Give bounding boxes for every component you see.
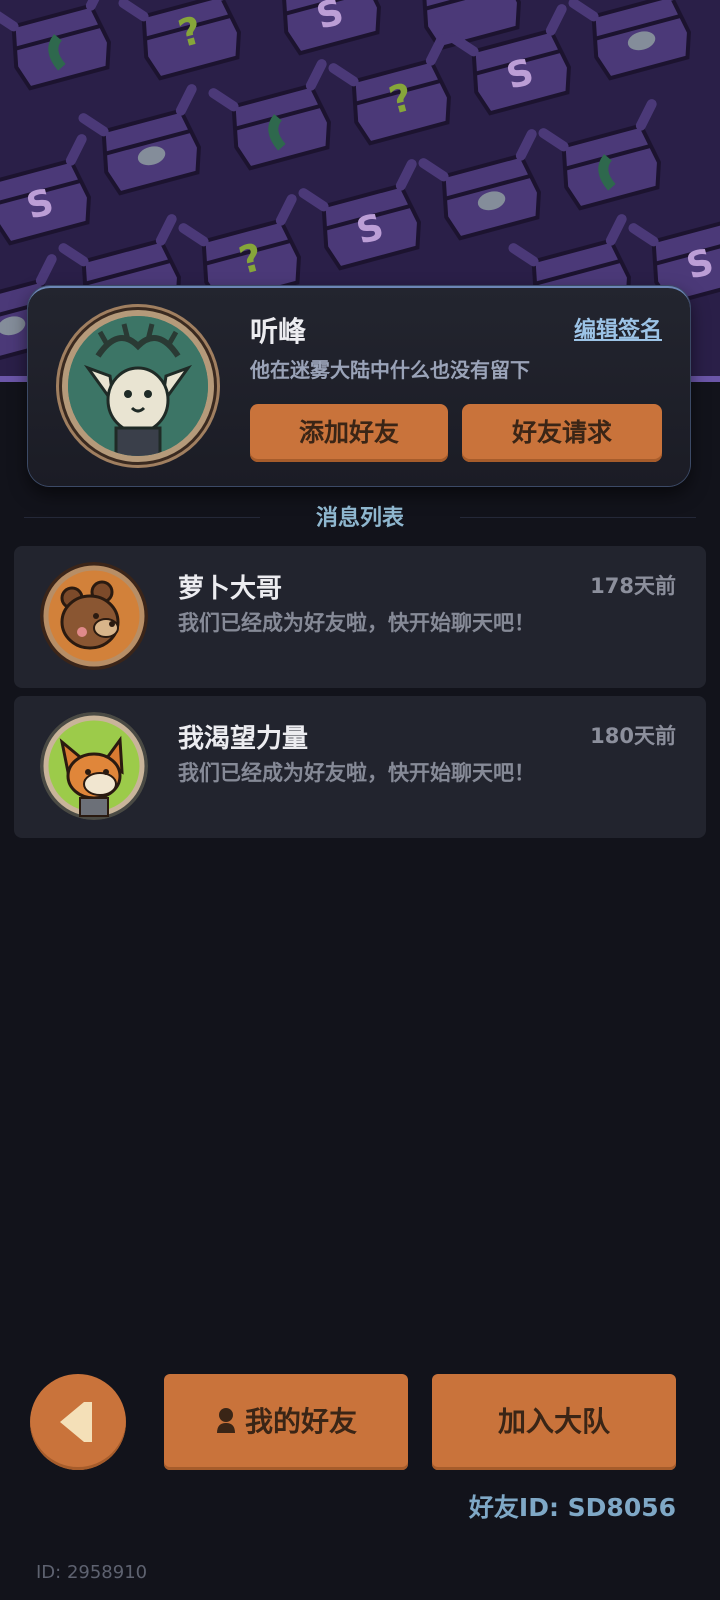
message-list-title: 消息列表 — [315, 506, 404, 531]
back-button[interactable] — [30, 1374, 126, 1470]
profile-signature: 他在迷雾大陆中什么也没有留下 — [250, 358, 530, 382]
join-team-button[interactable]: 加入大队 — [432, 1374, 676, 1470]
back-arrow-icon — [60, 1402, 92, 1442]
add-friend-button[interactable]: 添加好友 — [250, 404, 448, 462]
message-item[interactable]: 我渴望力量 180天前 我们已经成为好友啦，快开始聊天吧！ — [14, 696, 706, 838]
message-item[interactable]: 萝卜大哥 178天前 我们已经成为好友啦，快开始聊天吧！ — [14, 546, 706, 688]
message-time: 180天前 — [590, 724, 676, 748]
fox-avatar-icon — [40, 712, 148, 820]
profile-card: 听峰 编辑签名 他在迷雾大陆中什么也没有留下 添加好友 好友请求 — [28, 286, 690, 486]
message-sender-name: 我渴望力量 — [178, 724, 309, 754]
message-avatar — [40, 712, 148, 820]
message-time: 178天前 — [590, 574, 676, 598]
friend-request-button[interactable]: 好友请求 — [462, 404, 662, 462]
my-friends-label: 我的好友 — [244, 1405, 357, 1438]
message-preview: 我们已经成为好友啦，快开始聊天吧！ — [178, 761, 535, 785]
user-id: ID: 2958910 — [36, 1562, 148, 1583]
friend-id: 好友ID: SD8056 — [468, 1493, 676, 1522]
message-preview: 我们已经成为好友啦，快开始聊天吧！ — [178, 611, 535, 635]
message-avatar — [40, 562, 148, 670]
person-icon — [216, 1408, 235, 1433]
edit-signature-link[interactable]: 编辑签名 — [574, 312, 662, 344]
cat-avatar-icon — [68, 316, 208, 456]
my-friends-button[interactable]: 我的好友 — [164, 1374, 408, 1470]
message-sender-name: 萝卜大哥 — [178, 574, 283, 604]
profile-avatar[interactable] — [68, 316, 208, 456]
profile-name: 听峰 — [250, 315, 307, 348]
bear-avatar-icon — [40, 562, 148, 670]
